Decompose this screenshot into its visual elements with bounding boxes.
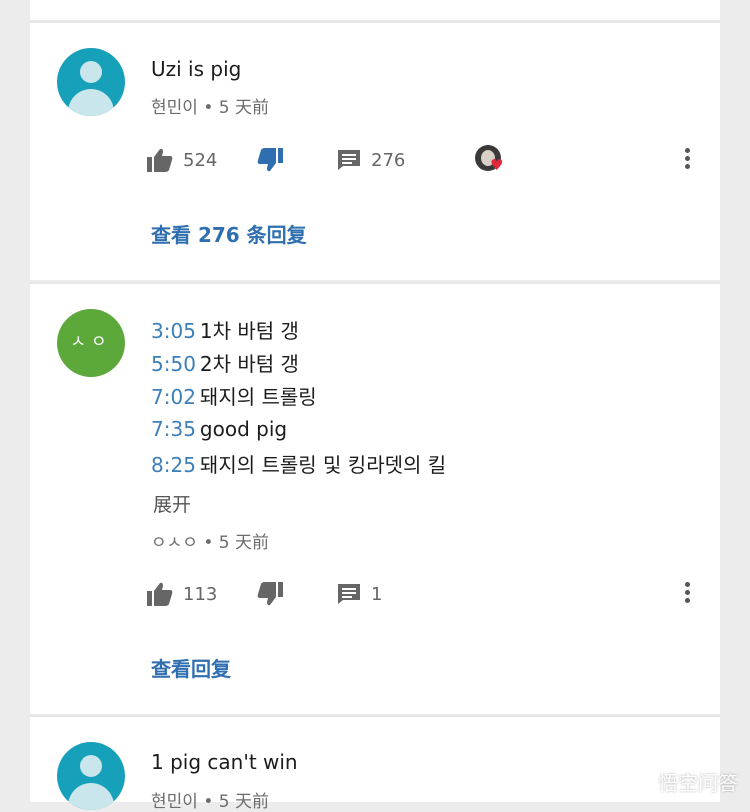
comment-meta: 현민이 • 5 天前 bbox=[151, 93, 269, 118]
reply-button[interactable]: 1 bbox=[337, 576, 382, 612]
thumbs-down-icon bbox=[257, 582, 283, 606]
comment-time: • 5 天前 bbox=[203, 98, 269, 118]
creator-heart-badge: ♥ bbox=[475, 145, 505, 175]
comment-text: Uzi is pig bbox=[151, 57, 242, 81]
previous-comment-card bbox=[30, 0, 720, 20]
comment-card: ㅅㅇ 3:05 1차 바텀 갱 5:50 2차 바텀 갱 7:02 돼지의 트롤링 7… bbox=[30, 284, 720, 714]
timestamp-line: 5:50 2차 바텀 갱 bbox=[151, 348, 299, 377]
avatar-head-shape bbox=[80, 755, 102, 777]
view-replies-link[interactable]: 查看 276 条回复 bbox=[151, 219, 307, 248]
comment-meta: 현민이 • 5 天前 bbox=[151, 787, 269, 812]
timestamp-text: good pig bbox=[199, 417, 288, 441]
comment-bubble-icon bbox=[337, 149, 361, 171]
timestamp-link[interactable]: 3:05 bbox=[151, 319, 196, 343]
reply-count: 1 bbox=[371, 583, 383, 605]
comment-time: • 5 天前 bbox=[203, 792, 269, 812]
wukong-logo-icon bbox=[622, 769, 652, 794]
avatar-body-shape bbox=[68, 89, 114, 116]
avatar[interactable] bbox=[57, 742, 125, 810]
view-replies-link[interactable]: 查看回复 bbox=[151, 653, 231, 682]
like-count: 524 bbox=[183, 149, 218, 171]
dislike-button[interactable] bbox=[257, 576, 283, 612]
like-button[interactable]: 113 bbox=[147, 576, 217, 612]
expand-link[interactable]: 展开 bbox=[153, 490, 191, 517]
timestamp-line: 8:25 돼지의 트롤링 및 킹라뎃의 킬 bbox=[151, 449, 446, 478]
author-name[interactable]: 현민이 bbox=[151, 98, 198, 118]
timestamp-link[interactable]: 7:02 bbox=[151, 385, 196, 409]
heart-icon: ♥ bbox=[490, 156, 504, 174]
timestamp-link[interactable]: 5:50 bbox=[151, 352, 196, 376]
timestamp-link[interactable]: 7:35 bbox=[151, 417, 196, 441]
author-name[interactable]: 현민이 bbox=[151, 792, 198, 812]
like-button[interactable]: 524 bbox=[147, 142, 217, 178]
timestamp-line: 3:05 1차 바텀 갱 bbox=[151, 315, 299, 344]
like-count: 113 bbox=[183, 583, 218, 605]
timestamp-link[interactable]: 8:25 bbox=[151, 453, 196, 477]
thumbs-up-icon bbox=[147, 582, 173, 606]
watermark-text: 悟空问答 bbox=[658, 771, 738, 795]
timestamp-text: 1차 바텀 갱 bbox=[199, 319, 299, 343]
more-options-icon[interactable] bbox=[677, 579, 697, 609]
comment-time: • 5 天前 bbox=[203, 533, 269, 553]
author-name[interactable]: ㅇㅅㅇ bbox=[151, 533, 198, 553]
timestamp-line: 7:35 good pig bbox=[151, 417, 287, 441]
timestamp-line: 7:02 돼지의 트롤링 bbox=[151, 381, 317, 410]
timestamp-text: 2차 바텀 갱 bbox=[199, 352, 299, 376]
avatar[interactable] bbox=[57, 48, 125, 116]
reply-button[interactable]: 276 bbox=[337, 142, 405, 178]
watermark: 悟空问答 bbox=[622, 767, 738, 796]
comment-card: 1 pig can't win 현민이 • 5 天前 bbox=[30, 717, 720, 812]
timestamp-text: 돼지의 트롤링 bbox=[199, 385, 317, 409]
avatar-initials: ㅅㅇ bbox=[70, 332, 112, 352]
dislike-button[interactable] bbox=[257, 142, 283, 178]
comment-bubble-icon bbox=[337, 583, 361, 605]
comment-card: Uzi is pig 현민이 • 5 天前 524 276 ♥ 查看 276 条… bbox=[30, 23, 720, 280]
avatar-body-shape bbox=[68, 783, 114, 810]
timestamp-text: 돼지의 트롤링 및 킹라뎃의 킬 bbox=[199, 453, 447, 477]
thumbs-down-icon bbox=[257, 148, 283, 172]
comment-meta: ㅇㅅㅇ • 5 天前 bbox=[151, 528, 269, 553]
reply-count: 276 bbox=[371, 149, 406, 171]
more-options-icon[interactable] bbox=[677, 145, 697, 175]
comment-actions: 113 1 bbox=[147, 576, 717, 612]
thumbs-up-icon bbox=[147, 148, 173, 172]
avatar[interactable]: ㅅㅇ bbox=[57, 309, 125, 377]
avatar-head-shape bbox=[80, 61, 102, 83]
comment-text: 1 pig can't win bbox=[151, 750, 298, 774]
comment-actions: 524 276 ♥ bbox=[147, 142, 717, 178]
